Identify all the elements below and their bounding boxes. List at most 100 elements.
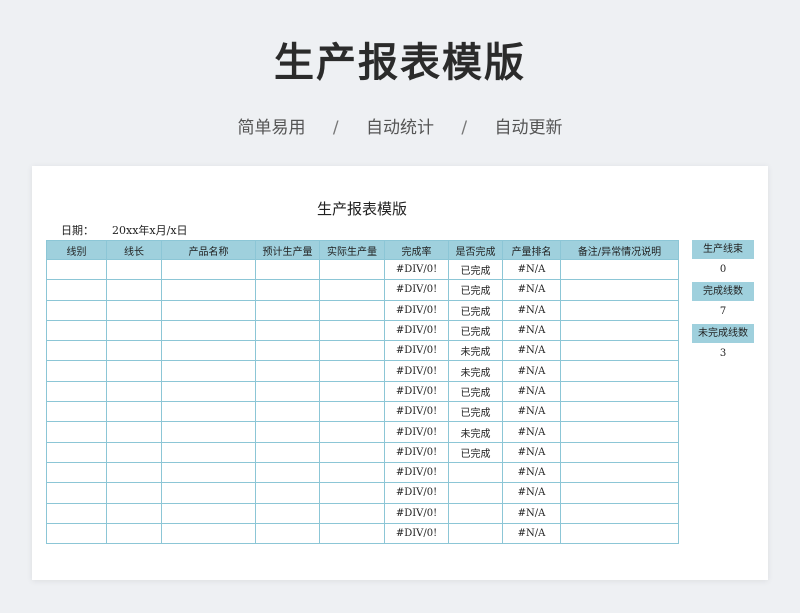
table-cell[interactable]: #N/A [502,502,561,524]
table-cell[interactable] [46,340,107,362]
table-cell[interactable] [106,319,162,342]
table-cell[interactable]: #N/A [502,380,561,403]
table-cell[interactable] [161,421,256,443]
table-cell[interactable]: 已完成 [448,299,503,321]
table-cell[interactable] [46,522,107,545]
table-cell[interactable] [255,482,320,504]
table-cell[interactable] [46,441,107,463]
table-cell[interactable] [319,401,385,423]
date-value[interactable]: 20xx年x月/x日 [112,224,188,237]
column-header[interactable]: 产品名称 [161,240,256,260]
table-cell[interactable] [161,340,256,362]
table-cell[interactable]: #N/A [502,258,561,281]
table-cell[interactable]: 未完成 [448,360,503,382]
table-cell[interactable] [560,502,679,524]
table-cell[interactable] [46,279,107,301]
column-header[interactable]: 完成率 [384,240,449,260]
table-cell[interactable] [560,279,679,301]
table-cell[interactable] [560,258,679,281]
table-cell[interactable]: #DIV/0! [384,299,449,321]
column-header[interactable]: 实际生产量 [319,240,385,260]
table-cell[interactable] [106,340,162,362]
table-cell[interactable]: #N/A [502,279,561,301]
table-cell[interactable] [106,502,162,524]
table-cell[interactable] [319,461,385,484]
table-cell[interactable] [560,380,679,403]
table-cell[interactable]: #N/A [502,401,561,423]
column-header[interactable]: 备注/异常情况说明 [560,240,679,260]
table-cell[interactable]: #N/A [502,299,561,321]
table-cell[interactable] [255,319,320,342]
table-cell[interactable] [319,502,385,524]
table-cell[interactable] [106,380,162,403]
summary-value[interactable]: 3 [692,344,754,363]
table-cell[interactable] [560,441,679,463]
table-cell[interactable] [319,279,385,301]
summary-value[interactable]: 7 [692,302,754,321]
table-cell[interactable]: #DIV/0! [384,360,449,382]
table-cell[interactable] [255,340,320,362]
table-cell[interactable]: 已完成 [448,401,503,423]
table-cell[interactable] [46,401,107,423]
table-cell[interactable]: 已完成 [448,319,503,342]
table-cell[interactable] [46,380,107,403]
table-cell[interactable]: #DIV/0! [384,421,449,443]
table-cell[interactable] [46,502,107,524]
table-cell[interactable]: #DIV/0! [384,441,449,463]
table-cell[interactable] [319,319,385,342]
table-cell[interactable] [255,441,320,463]
table-cell[interactable] [106,421,162,443]
column-header[interactable]: 是否完成 [448,240,503,260]
table-cell[interactable] [560,461,679,484]
table-cell[interactable] [46,482,107,504]
table-cell[interactable]: #N/A [502,340,561,362]
table-cell[interactable] [319,299,385,321]
table-cell[interactable] [46,360,107,382]
table-cell[interactable] [161,299,256,321]
table-cell[interactable] [161,360,256,382]
table-cell[interactable] [46,258,107,281]
table-cell[interactable]: #DIV/0! [384,522,449,545]
table-cell[interactable]: 已完成 [448,380,503,403]
table-cell[interactable]: #N/A [502,421,561,443]
table-cell[interactable] [106,441,162,463]
table-cell[interactable]: 未完成 [448,340,503,362]
table-cell[interactable] [255,380,320,403]
table-cell[interactable] [161,482,256,504]
table-cell[interactable] [46,299,107,321]
table-cell[interactable] [161,319,256,342]
table-cell[interactable] [560,522,679,545]
table-cell[interactable] [106,522,162,545]
table-cell[interactable] [106,299,162,321]
table-cell[interactable]: 未完成 [448,421,503,443]
table-cell[interactable]: #N/A [502,461,561,484]
table-cell[interactable] [255,461,320,484]
table-cell[interactable] [255,258,320,281]
table-cell[interactable] [161,522,256,545]
table-cell[interactable]: #DIV/0! [384,502,449,524]
table-cell[interactable]: 已完成 [448,441,503,463]
column-header[interactable]: 预计生产量 [255,240,320,260]
table-cell[interactable] [255,401,320,423]
table-cell[interactable] [106,279,162,301]
table-cell[interactable] [560,299,679,321]
table-cell[interactable]: #DIV/0! [384,461,449,484]
table-cell[interactable]: #DIV/0! [384,401,449,423]
table-cell[interactable] [161,461,256,484]
table-cell[interactable] [161,502,256,524]
table-cell[interactable] [255,522,320,545]
table-cell[interactable] [319,258,385,281]
table-cell[interactable] [106,482,162,504]
table-cell[interactable] [560,360,679,382]
table-cell[interactable] [448,522,503,545]
table-cell[interactable] [560,421,679,443]
table-cell[interactable] [319,421,385,443]
table-cell[interactable] [255,421,320,443]
table-cell[interactable]: #DIV/0! [384,340,449,362]
table-cell[interactable] [161,401,256,423]
table-cell[interactable] [255,299,320,321]
table-cell[interactable] [319,522,385,545]
table-cell[interactable]: #DIV/0! [384,380,449,403]
table-cell[interactable] [106,401,162,423]
table-cell[interactable] [560,340,679,362]
